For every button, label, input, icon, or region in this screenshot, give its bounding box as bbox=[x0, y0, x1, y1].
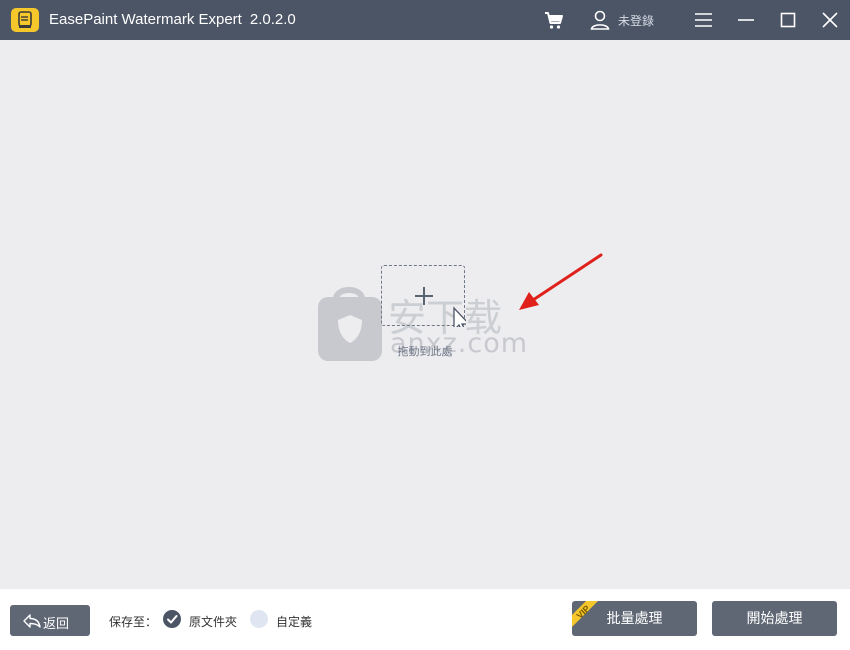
drop-workspace[interactable]: 安下载 anxz.com 拖動到此處 bbox=[0, 40, 850, 589]
batch-process-label: 批量處理 bbox=[606, 610, 663, 626]
app-name: EasePaint Watermark Expert bbox=[49, 11, 242, 28]
back-button[interactable]: 返回 bbox=[10, 605, 90, 636]
add-file-dropzone[interactable] bbox=[381, 265, 466, 327]
login-link[interactable]: 未登錄 bbox=[618, 12, 654, 29]
red-arrow-icon bbox=[519, 253, 603, 310]
minimize-icon[interactable] bbox=[734, 8, 758, 32]
bottom-toolbar: 返回 保存至： 原文件夾 自定義 VIP 批量處理 開始處理 bbox=[0, 589, 850, 650]
app-window: EasePaint Watermark Expert 2.0.2.0 未登錄 安… bbox=[0, 0, 850, 650]
title-bar: EasePaint Watermark Expert 2.0.2.0 未登錄 bbox=[0, 0, 850, 40]
maximize-icon[interactable] bbox=[776, 8, 800, 32]
radio-custom-folder[interactable] bbox=[250, 610, 268, 628]
radio-custom-folder-label[interactable]: 自定義 bbox=[276, 613, 312, 630]
start-process-button[interactable]: 開始處理 bbox=[712, 601, 837, 636]
app-version: 2.0.2.0 bbox=[249, 11, 296, 28]
vip-ribbon-icon bbox=[572, 601, 598, 627]
user-icon[interactable] bbox=[588, 8, 612, 32]
radio-original-folder-label[interactable]: 原文件夾 bbox=[189, 613, 237, 630]
save-to-label: 保存至： bbox=[109, 615, 158, 629]
start-process-label: 開始處理 bbox=[746, 610, 803, 626]
back-button-label: 返回 bbox=[43, 616, 70, 631]
batch-process-button[interactable]: VIP 批量處理 bbox=[572, 601, 697, 636]
vip-badge: VIP bbox=[572, 601, 606, 635]
cursor-icon bbox=[453, 306, 466, 327]
close-icon[interactable] bbox=[818, 8, 842, 32]
watermark-bag-icon bbox=[318, 287, 382, 361]
menu-icon[interactable] bbox=[692, 8, 716, 32]
app-title: EasePaint Watermark Expert 2.0.2.0 bbox=[49, 10, 296, 30]
cart-icon[interactable] bbox=[542, 8, 566, 32]
radio-original-folder[interactable] bbox=[163, 610, 181, 628]
check-icon bbox=[167, 615, 178, 624]
drop-hint-label: 拖動到此處 bbox=[397, 346, 453, 358]
back-arrow-icon bbox=[23, 614, 41, 628]
app-logo-icon bbox=[11, 8, 39, 32]
